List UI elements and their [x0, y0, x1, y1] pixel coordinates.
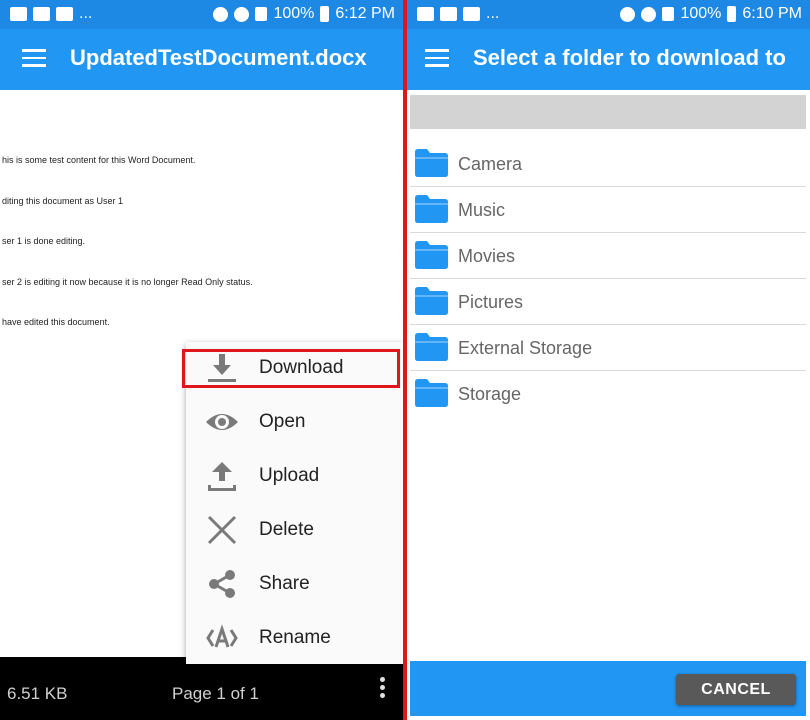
more-options-icon[interactable] — [380, 677, 386, 701]
folder-icon — [415, 333, 448, 361]
document-viewer-screen: ... 100% 6:12 PM UpdatedTestDocument.doc… — [0, 0, 403, 720]
folder-label: Movies — [458, 246, 516, 266]
folder-picker-screen: ... 100% 6:10 PM Select a folder to down… — [407, 0, 810, 720]
notification-overflow: ... — [79, 5, 93, 22]
upload-icon — [204, 458, 240, 494]
alarm-icon — [620, 6, 636, 22]
folder-item-camera[interactable]: Camera — [410, 141, 806, 187]
file-size: 6.51 KB — [7, 684, 68, 703]
folder-icon — [415, 149, 448, 177]
menu-item-open[interactable]: Open — [186, 396, 403, 448]
youtube-icon — [463, 7, 480, 21]
document-line: ser 2 is editing it now because it is no… — [2, 277, 253, 287]
folder-label: External Storage — [458, 338, 593, 358]
page-indicator: Page 1 of 1 — [172, 684, 259, 703]
folder-label: Music — [458, 200, 506, 220]
document-line: his is some test content for this Word D… — [2, 155, 196, 165]
download-icon — [204, 350, 240, 386]
path-bar — [410, 95, 806, 129]
folder-item-external-storage[interactable]: External Storage — [410, 325, 806, 371]
document-title: UpdatedTestDocument.docx — [70, 45, 367, 70]
app-bar: UpdatedTestDocument.docx — [0, 29, 403, 90]
menu-item-delete[interactable]: Delete — [186, 504, 403, 556]
battery-percent: 100% — [273, 5, 315, 22]
battery-icon — [320, 6, 330, 22]
signal-icon — [662, 7, 675, 21]
folder-icon — [415, 379, 448, 407]
menu-item-label: Open — [259, 411, 306, 432]
signal-icon — [255, 7, 268, 21]
picker-title: Select a folder to download to — [473, 45, 786, 70]
folder-item-movies[interactable]: Movies — [410, 233, 806, 279]
wifi-icon — [641, 6, 657, 22]
folder-icon — [415, 287, 448, 315]
folder-icon — [415, 241, 448, 269]
eye-icon — [204, 404, 240, 440]
alarm-icon — [213, 6, 229, 22]
menu-item-upload[interactable]: Upload — [186, 450, 403, 502]
clock: 6:12 PM — [335, 5, 395, 22]
status-bar: ... 100% 6:10 PM — [407, 0, 810, 29]
rename-icon — [204, 620, 240, 656]
document-line: ser 1 is done editing. — [2, 236, 86, 246]
battery-percent: 100% — [680, 5, 722, 22]
dialog-footer: CANCEL — [410, 661, 806, 716]
folder-item-storage[interactable]: Storage — [410, 371, 806, 417]
folder-label: Storage — [458, 384, 522, 404]
battery-icon — [727, 6, 737, 22]
menu-item-label: Delete — [259, 519, 314, 540]
menu-item-label: Download — [259, 357, 344, 378]
file-actions-menu: Download Open Upload Delete Share Rename — [186, 342, 403, 664]
document-line: diting this document as User 1 — [2, 196, 124, 206]
hamburger-menu-icon[interactable] — [425, 49, 449, 69]
twitter-icon — [417, 7, 434, 21]
folder-label: Pictures — [458, 292, 524, 312]
cancel-button[interactable]: CANCEL — [676, 674, 796, 705]
menu-item-label: Share — [259, 573, 310, 594]
folder-item-pictures[interactable]: Pictures — [410, 279, 806, 325]
wifi-icon — [234, 6, 250, 22]
menu-item-label: Upload — [259, 465, 320, 486]
bottom-bar: 6.51 KB Page 1 of 1 — [0, 657, 403, 720]
share-icon — [204, 566, 240, 602]
close-icon — [204, 512, 240, 548]
app-bar: Select a folder to download to — [407, 29, 810, 90]
folder-icon — [415, 195, 448, 223]
clock: 6:10 PM — [742, 5, 802, 22]
menu-item-download[interactable]: Download — [186, 342, 403, 394]
menu-item-label: Rename — [259, 627, 331, 648]
menu-item-share[interactable]: Share — [186, 558, 403, 610]
youtube-icon — [56, 7, 73, 21]
menu-item-rename[interactable]: Rename — [186, 612, 403, 664]
document-line: have edited this document. — [2, 317, 110, 327]
folder-item-music[interactable]: Music — [410, 187, 806, 233]
folder-label: Camera — [458, 154, 523, 174]
status-bar: ... 100% 6:12 PM — [0, 0, 403, 29]
mail-icon — [33, 7, 50, 21]
mail-icon — [440, 7, 457, 21]
hamburger-menu-icon[interactable] — [22, 49, 46, 69]
twitter-icon — [10, 7, 27, 21]
notification-overflow: ... — [486, 5, 500, 22]
